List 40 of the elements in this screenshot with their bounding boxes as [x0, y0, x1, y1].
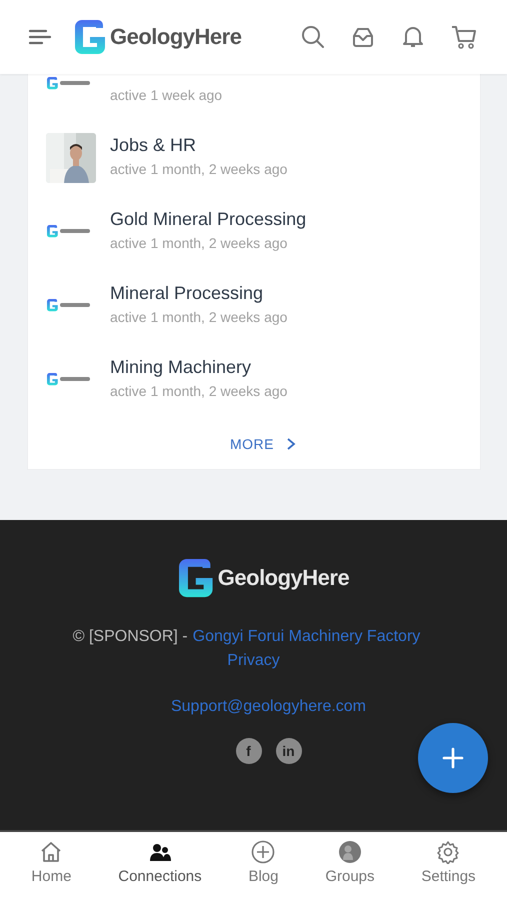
- activity-text: active 1 week ago: [110, 86, 222, 105]
- cart-icon[interactable]: [451, 25, 477, 49]
- brand-name: GeologyHere: [218, 565, 350, 591]
- social-link[interactable]: f: [236, 738, 262, 764]
- group-title[interactable]: Mineral Processing: [110, 282, 288, 304]
- menu-icon[interactable]: [28, 28, 52, 46]
- logo-icon: [46, 372, 92, 386]
- inbox-icon[interactable]: [351, 25, 375, 49]
- logo-icon: [178, 556, 214, 600]
- search-icon[interactable]: [301, 25, 325, 49]
- logo-icon: [46, 76, 92, 90]
- nav-tab[interactable]: Settings: [417, 832, 480, 900]
- logo-icon: [74, 18, 106, 56]
- email-link[interactable]: Support@geologyhere.com: [170, 698, 366, 716]
- bell-icon[interactable]: [401, 25, 425, 49]
- sponsor-link[interactable]: Gongyi Forui Machinery Factory: [192, 628, 420, 646]
- group-title[interactable]: Gold Mineral Processing: [110, 208, 306, 230]
- nav-tab[interactable]: Groups: [321, 832, 379, 900]
- plus-circle-icon: [251, 840, 276, 864]
- social-link[interactable]: in: [276, 738, 302, 764]
- activity-text: active 1 month, 2 weeks ago: [110, 234, 288, 253]
- chevron-icon: [286, 437, 296, 451]
- more-link[interactable]: MORE: [226, 434, 300, 454]
- plus-icon: [442, 747, 464, 769]
- activity-text: active 1 month, 2 weeks ago: [110, 382, 288, 401]
- privacy-link[interactable]: Privacy: [227, 652, 280, 670]
- home-icon: [39, 840, 64, 864]
- activity-text: active 1 month, 2 weeks ago: [110, 308, 288, 327]
- group-icon: [338, 840, 362, 864]
- logo-icon: [46, 224, 92, 238]
- activity-text: active 1 month, 2 weeks ago: [110, 160, 288, 179]
- group-title[interactable]: Jobs & HR: [110, 134, 288, 156]
- nav-tab[interactable]: Home: [27, 832, 76, 900]
- logo-icon: [46, 298, 92, 312]
- copyright-text: © [SPONSOR] -: [72, 628, 188, 646]
- nav-tab[interactable]: Connections: [114, 832, 206, 900]
- settings-icon: [436, 840, 460, 864]
- nav-tab[interactable]: Blog: [244, 832, 282, 900]
- group-title[interactable]: Mining Machinery: [110, 356, 288, 378]
- brand-name[interactable]: GeologyHere: [110, 24, 242, 50]
